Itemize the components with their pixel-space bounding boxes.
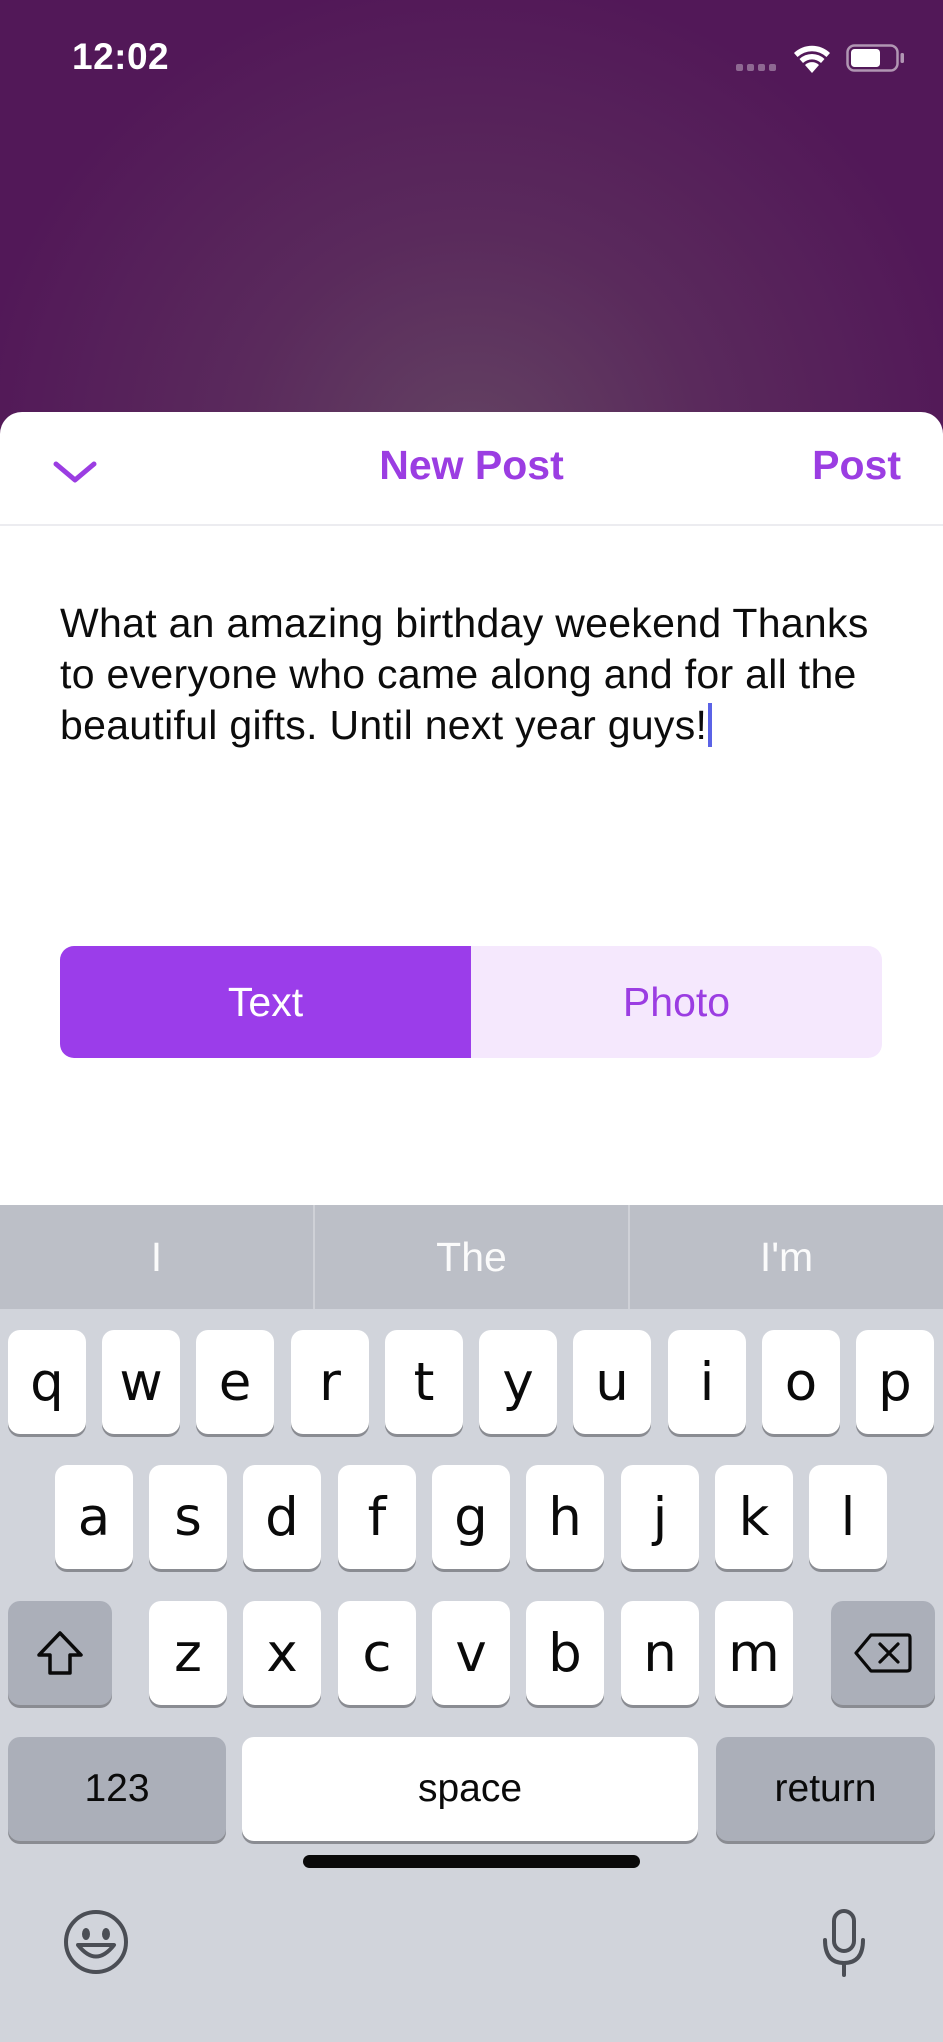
key-d[interactable]: d (243, 1465, 321, 1569)
status-time: 12:02 (72, 36, 170, 77)
key-f[interactable]: f (338, 1465, 416, 1569)
delete-key[interactable] (831, 1601, 935, 1705)
photo-mode-button[interactable]: Photo (471, 946, 882, 1058)
key-v[interactable]: v (432, 1601, 510, 1705)
post-type-toggle: Text Photo (60, 946, 882, 1058)
home-indicator[interactable] (303, 1855, 640, 1868)
key-b[interactable]: b (526, 1601, 604, 1705)
post-text-content: What an amazing birthday weekend Thanks … (60, 600, 869, 748)
page-title: New Post (379, 442, 564, 488)
wifi-icon (794, 45, 830, 73)
battery-icon (846, 44, 904, 72)
key-i[interactable]: i (668, 1330, 746, 1434)
prediction-item[interactable]: I'm (630, 1205, 943, 1309)
key-p[interactable]: p (856, 1330, 934, 1434)
key-z[interactable]: z (149, 1601, 227, 1705)
key-t[interactable]: t (385, 1330, 463, 1434)
key-y[interactable]: y (479, 1330, 557, 1434)
key-r[interactable]: r (291, 1330, 369, 1434)
shift-key[interactable] (8, 1601, 112, 1705)
key-o[interactable]: o (762, 1330, 840, 1434)
key-g[interactable]: g (432, 1465, 510, 1569)
key-q[interactable]: q (8, 1330, 86, 1434)
prediction-item[interactable]: I (0, 1205, 313, 1309)
space-key[interactable]: space (242, 1737, 698, 1841)
keyboard: I The I'm q w e r t y u i o p a s d f g … (0, 1205, 943, 2042)
key-h[interactable]: h (526, 1465, 604, 1569)
text-mode-button[interactable]: Text (60, 946, 471, 1058)
prediction-item[interactable]: The (315, 1205, 628, 1309)
key-m[interactable]: m (715, 1601, 793, 1705)
key-c[interactable]: c (338, 1601, 416, 1705)
key-w[interactable]: w (102, 1330, 180, 1434)
key-j[interactable]: j (621, 1465, 699, 1569)
key-n[interactable]: n (621, 1601, 699, 1705)
key-l[interactable]: l (809, 1465, 887, 1569)
post-button[interactable]: Post (812, 442, 901, 489)
key-e[interactable]: e (196, 1330, 274, 1434)
key-u[interactable]: u (573, 1330, 651, 1434)
key-s[interactable]: s (149, 1465, 227, 1569)
text-cursor (708, 703, 713, 747)
emoji-icon[interactable] (62, 1908, 130, 1976)
return-key[interactable]: return (716, 1737, 935, 1841)
shift-icon (37, 1631, 83, 1675)
key-x[interactable]: x (243, 1601, 321, 1705)
key-a[interactable]: a (55, 1465, 133, 1569)
status-bar: 12:02 (0, 0, 943, 115)
delete-icon (854, 1633, 912, 1673)
numbers-key[interactable]: 123 (8, 1737, 226, 1841)
prediction-bar: I The I'm (0, 1205, 943, 1309)
key-k[interactable]: k (715, 1465, 793, 1569)
microphone-icon[interactable] (820, 1908, 868, 1980)
post-text-input[interactable]: What an amazing birthday weekend Thanks … (60, 598, 900, 751)
nav-bar: New Post Post (0, 412, 943, 526)
cellular-signal-icon (736, 62, 780, 72)
